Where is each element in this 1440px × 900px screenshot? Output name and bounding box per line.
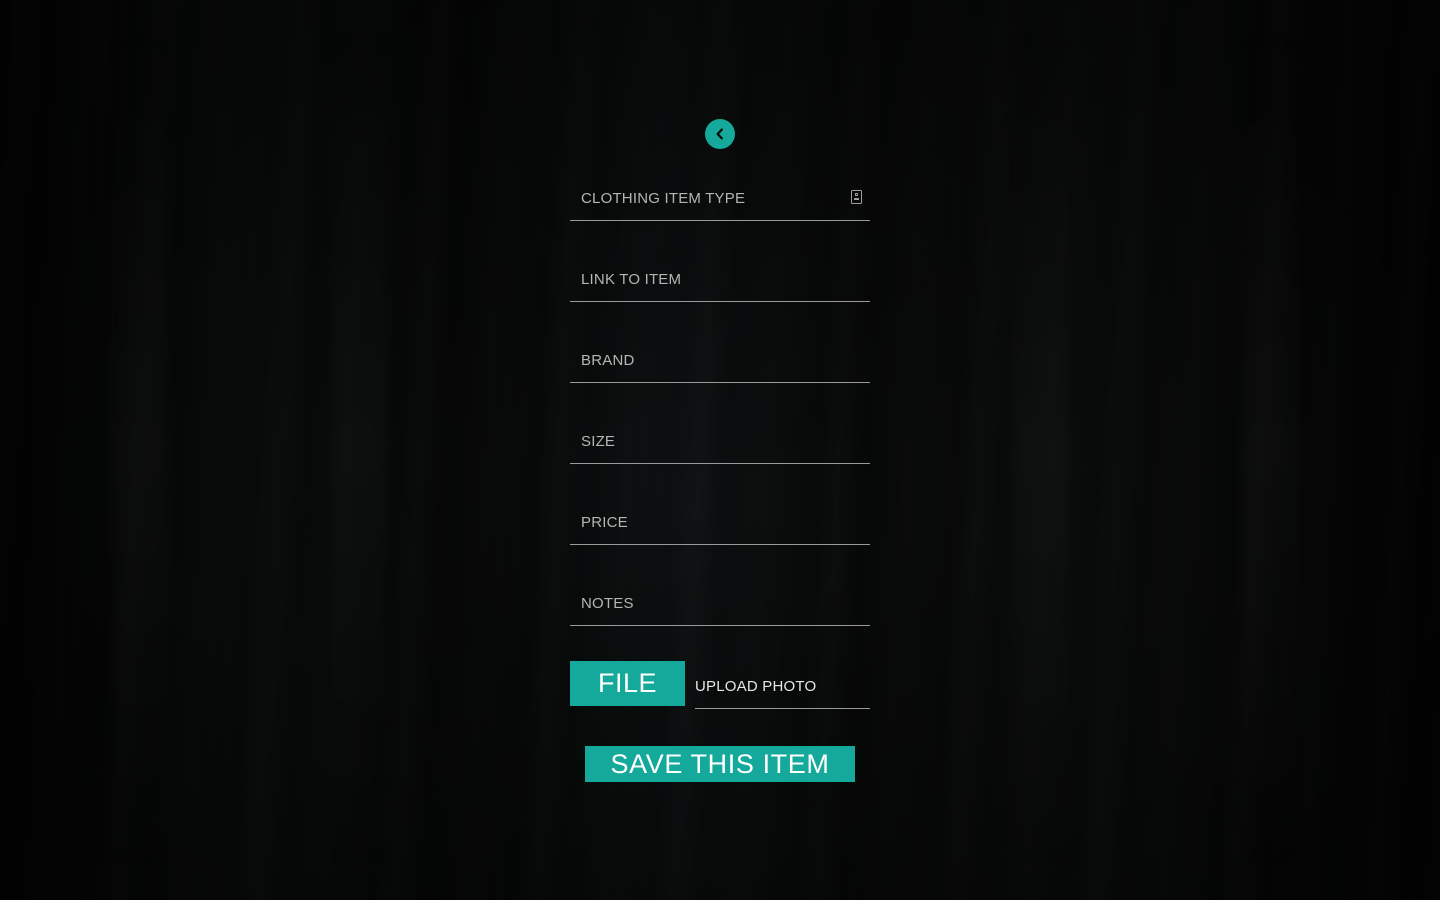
dropdown-picker-icon[interactable]: [851, 190, 862, 204]
upload-photo-label: UPLOAD PHOTO: [695, 678, 817, 695]
link-to-item-input[interactable]: [570, 258, 870, 301]
brand-field[interactable]: [570, 339, 870, 383]
price-field[interactable]: [570, 501, 870, 545]
notes-field[interactable]: [570, 582, 870, 626]
size-field[interactable]: [570, 420, 870, 464]
background-texture: [330, 0, 390, 900]
brand-input[interactable]: [570, 339, 870, 382]
background-texture: [1010, 0, 1070, 900]
clothing-item-type-input[interactable]: [570, 177, 870, 220]
link-to-item-field[interactable]: [570, 258, 870, 302]
back-button[interactable]: [705, 119, 735, 149]
price-input[interactable]: [570, 501, 870, 544]
clothing-item-type-field[interactable]: [570, 177, 870, 221]
background-texture: [110, 0, 170, 900]
upload-photo-field[interactable]: UPLOAD PHOTO: [695, 665, 870, 709]
background-texture: [1240, 0, 1300, 900]
save-item-button[interactable]: SAVE THIS ITEM: [585, 746, 855, 782]
size-input[interactable]: [570, 420, 870, 463]
file-button[interactable]: FILE: [570, 661, 685, 706]
chevron-left-icon: [716, 128, 723, 140]
notes-input[interactable]: [570, 582, 870, 625]
